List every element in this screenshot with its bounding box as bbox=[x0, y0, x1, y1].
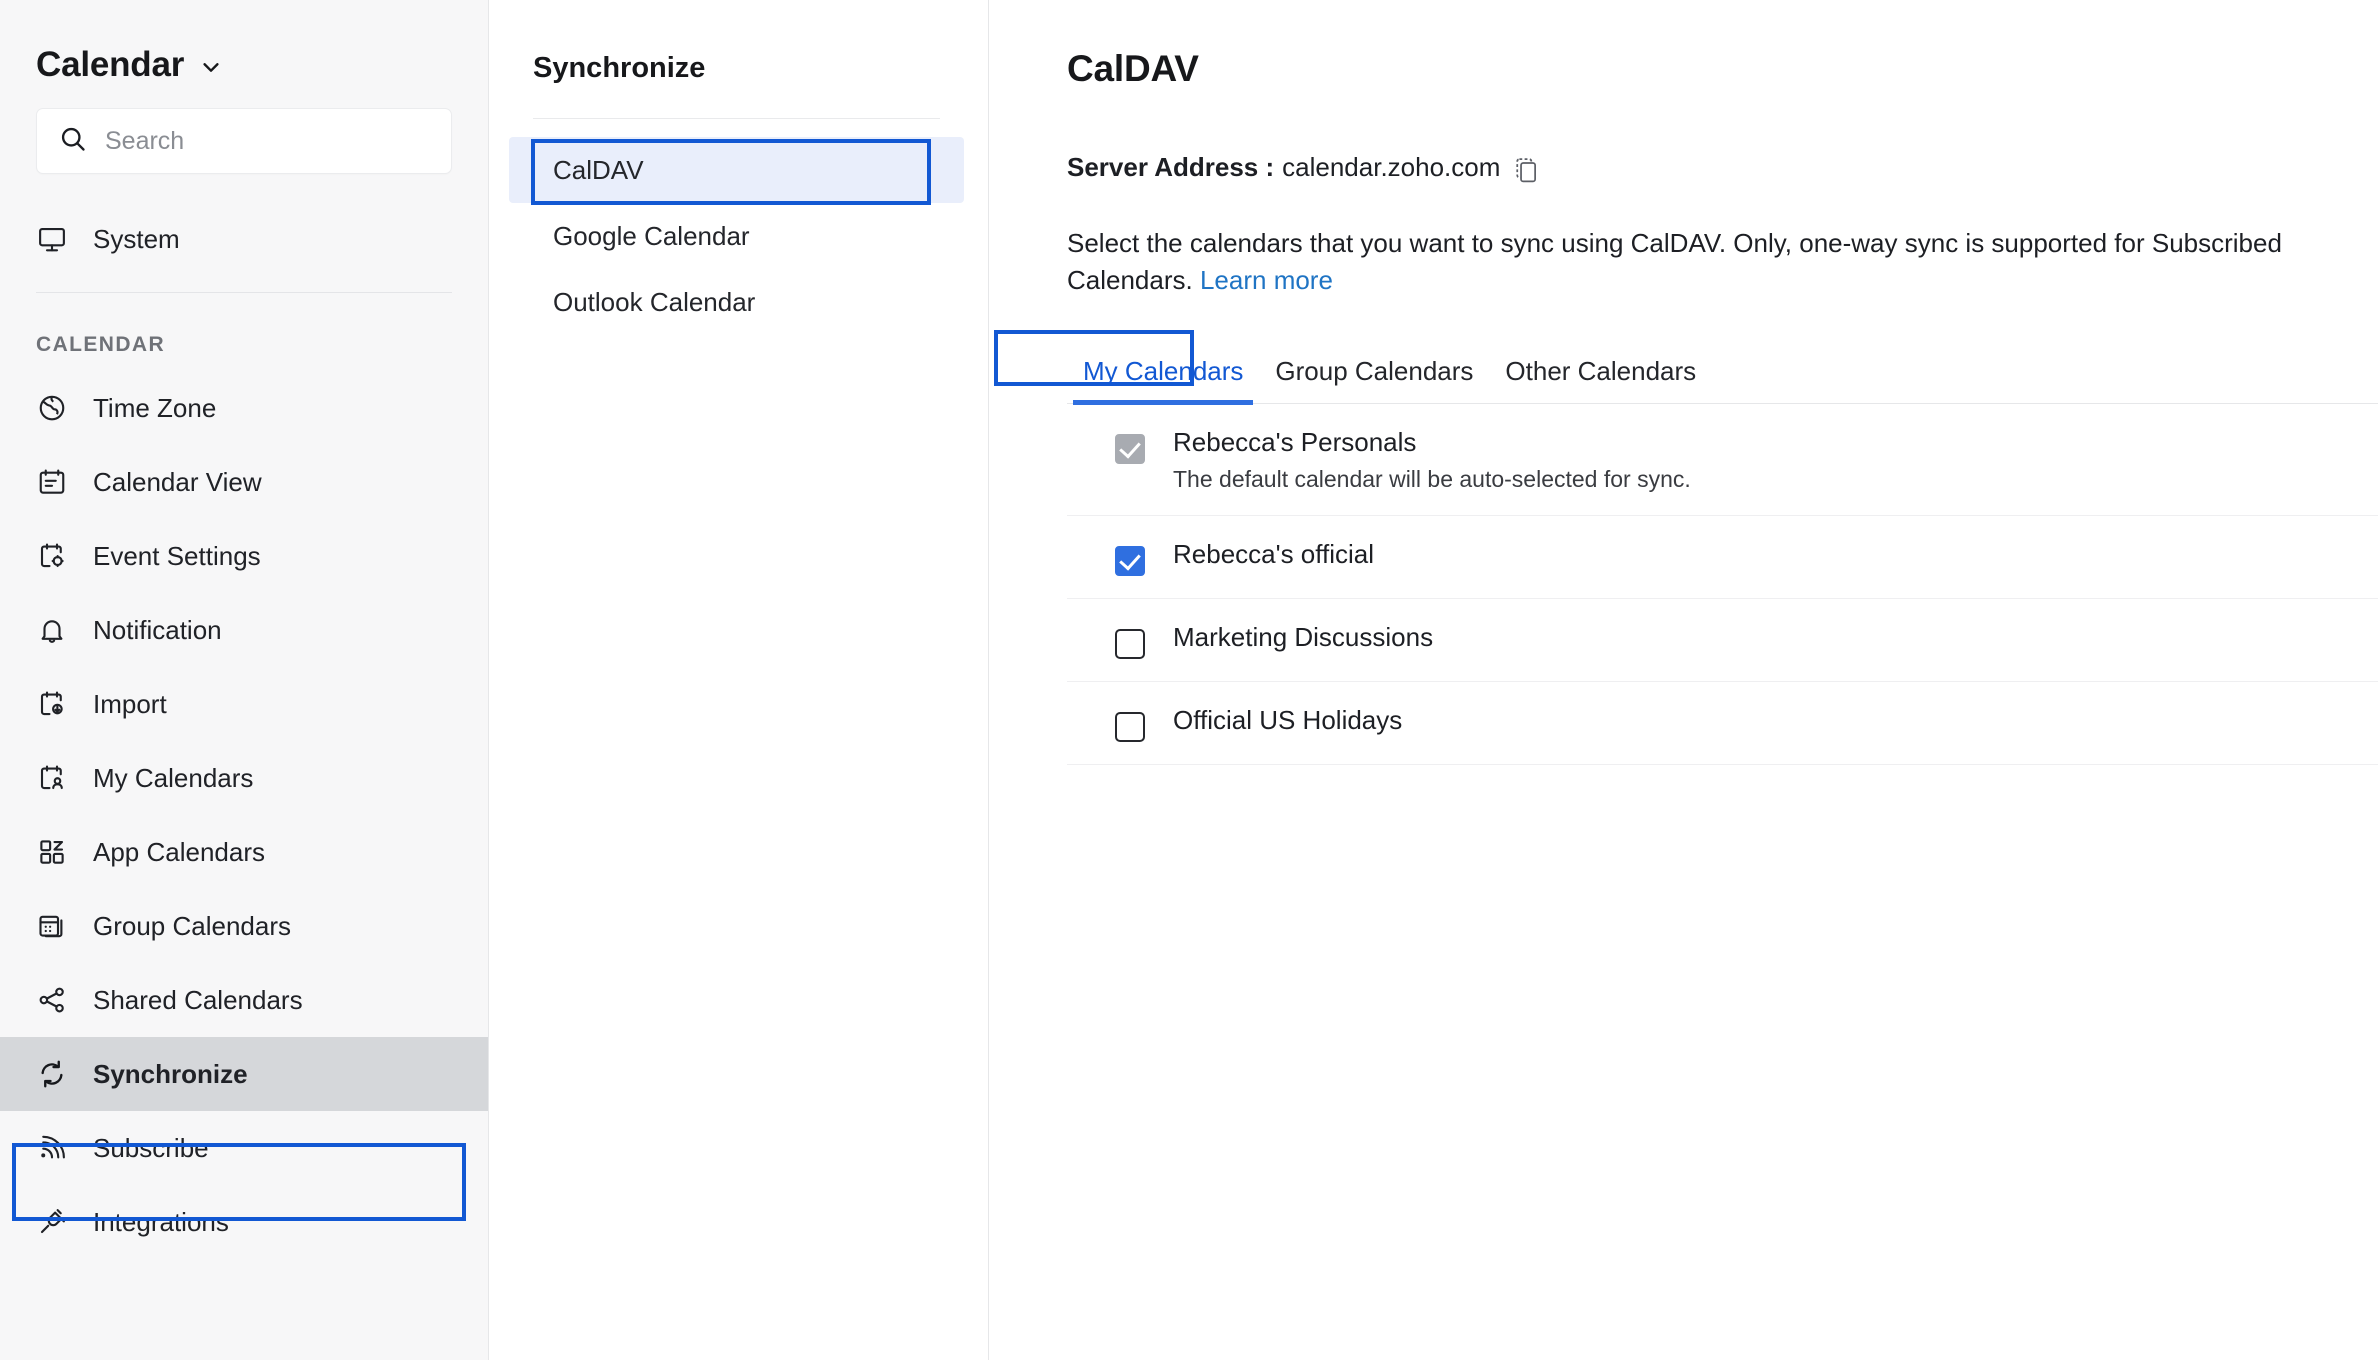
sidebar-item-calendar-view[interactable]: Calendar View bbox=[0, 445, 488, 519]
sync-item-label: Outlook Calendar bbox=[553, 286, 756, 317]
sidebar-item-group-calendars[interactable]: Group Calendars bbox=[0, 889, 488, 963]
server-address-value: calendar.zoho.com bbox=[1282, 152, 1501, 182]
sidebar: Calendar System CALENDAR bbox=[0, 0, 489, 1360]
sidebar-item-label: Group Calendars bbox=[93, 911, 291, 941]
list-item-texts: Rebecca's official bbox=[1173, 539, 1375, 570]
sidebar-item-time-zone[interactable]: Time Zone bbox=[0, 371, 488, 445]
chevron-down-icon[interactable] bbox=[200, 56, 222, 78]
sidebar-item-label: Time Zone bbox=[93, 393, 217, 423]
rss-feed-icon bbox=[36, 1132, 68, 1164]
page-title: CalDAV bbox=[1067, 48, 1199, 89]
calendar-lines-icon bbox=[36, 466, 68, 498]
sidebar-item-label: Shared Calendars bbox=[93, 985, 303, 1015]
search-input[interactable] bbox=[105, 109, 429, 173]
list-item[interactable]: Marketing Discussions bbox=[1067, 599, 2378, 683]
app-grid-icon bbox=[36, 836, 68, 868]
tab-label: Group Calendars bbox=[1275, 355, 1474, 386]
sidebar-item-system[interactable]: System bbox=[0, 202, 488, 276]
synchronize-panel: Synchronize CalDAV Google Calendar Outlo… bbox=[489, 0, 989, 1360]
calendar-download-icon bbox=[36, 688, 68, 720]
calendar-name: Rebecca's official bbox=[1173, 539, 1375, 570]
tab-other-calendars[interactable]: Other Calendars bbox=[1489, 356, 1712, 403]
learn-more-link[interactable]: Learn more bbox=[1200, 265, 1333, 295]
sidebar-item-import[interactable]: Import bbox=[0, 667, 488, 741]
server-address-row: Server Address : calendar.zoho.com bbox=[1067, 152, 2320, 183]
brand-title: Calendar bbox=[36, 44, 185, 84]
tab-group-calendars[interactable]: Group Calendars bbox=[1259, 356, 1489, 403]
sidebar-item-label: System bbox=[93, 224, 180, 254]
calendar-name: Rebecca's Personals bbox=[1173, 426, 1417, 457]
plug-icon bbox=[36, 1206, 68, 1238]
sidebar-item-app-calendars[interactable]: App Calendars bbox=[0, 815, 488, 889]
sync-item-google-calendar[interactable]: Google Calendar bbox=[509, 203, 964, 269]
sidebar-item-label: Event Settings bbox=[93, 541, 261, 571]
sidebar-item-label: Notification bbox=[93, 615, 222, 645]
settings-window: Calendar System CALENDAR bbox=[0, 0, 2378, 1360]
sync-item-caldav[interactable]: CalDAV bbox=[509, 137, 964, 203]
monitor-icon bbox=[36, 223, 68, 255]
sidebar-item-shared-calendars[interactable]: Shared Calendars bbox=[0, 963, 488, 1037]
sync-item-outlook-calendar[interactable]: Outlook Calendar bbox=[509, 269, 964, 335]
sidebar-item-my-calendars[interactable]: My Calendars bbox=[0, 741, 488, 815]
list-item-texts: Official US Holidays bbox=[1173, 705, 1403, 736]
list-item[interactable]: Official US Holidays bbox=[1067, 682, 2378, 766]
sidebar-item-label: Calendar View bbox=[93, 467, 262, 497]
checkbox-rebeccas-personals bbox=[1115, 433, 1145, 464]
sync-refresh-icon bbox=[36, 1058, 68, 1090]
calendar-tabs: My Calendars Group Calendars Other Calen… bbox=[1067, 355, 2378, 405]
nav-top-group: System bbox=[0, 202, 488, 276]
panel-title: Synchronize bbox=[533, 52, 706, 84]
sidebar-item-synchronize[interactable]: Synchronize bbox=[0, 1037, 488, 1111]
sidebar-item-notification[interactable]: Notification bbox=[0, 593, 488, 667]
checkbox-marketing-discussions[interactable] bbox=[1115, 629, 1145, 660]
list-item[interactable]: Rebecca's official bbox=[1067, 516, 2378, 600]
bell-icon bbox=[36, 614, 68, 646]
sync-item-label: Google Calendar bbox=[553, 220, 750, 251]
sidebar-item-label: Import bbox=[93, 689, 167, 719]
tab-label: My Calendars bbox=[1083, 355, 1244, 386]
brand-header[interactable]: Calendar bbox=[0, 0, 488, 86]
checkbox-official-us-holidays[interactable] bbox=[1115, 712, 1145, 743]
search-box[interactable] bbox=[36, 108, 452, 174]
tab-my-calendars[interactable]: My Calendars bbox=[1067, 355, 1259, 405]
sidebar-section-label: CALENDAR bbox=[36, 333, 166, 356]
sidebar-item-label: Integrations bbox=[93, 1207, 229, 1237]
list-item-texts: Marketing Discussions bbox=[1173, 622, 1434, 653]
calendar-checkbox-list: Rebecca's Personals The default calendar… bbox=[1067, 404, 2378, 766]
calendar-note: The default calendar will be auto-select… bbox=[1173, 465, 1691, 492]
panel-divider bbox=[533, 118, 940, 119]
calendar-gear-icon bbox=[36, 540, 68, 572]
tab-label: Other Calendars bbox=[1505, 355, 1697, 386]
calendar-user-icon bbox=[36, 762, 68, 794]
search-icon bbox=[59, 125, 87, 158]
page-description: Select the calendars that you want to sy… bbox=[1067, 225, 2320, 300]
server-address-label: Server Address : bbox=[1067, 152, 1275, 182]
sync-item-label: CalDAV bbox=[553, 154, 644, 185]
globe-icon bbox=[36, 392, 68, 424]
checkbox-rebeccas-official[interactable] bbox=[1115, 546, 1145, 577]
list-item-texts: Rebecca's Personals The default calendar… bbox=[1173, 426, 1691, 493]
sync-provider-list: CalDAV Google Calendar Outlook Calendar bbox=[489, 137, 988, 335]
share-nodes-icon bbox=[36, 984, 68, 1016]
list-item[interactable]: Rebecca's Personals The default calendar… bbox=[1067, 404, 2378, 517]
sidebar-item-label: Synchronize bbox=[93, 1059, 248, 1089]
sidebar-item-subscribe[interactable]: Subscribe bbox=[0, 1111, 488, 1185]
sidebar-item-label: Subscribe bbox=[93, 1133, 209, 1163]
sidebar-item-label: App Calendars bbox=[93, 837, 265, 867]
sidebar-item-event-settings[interactable]: Event Settings bbox=[0, 519, 488, 593]
calendar-name: Official US Holidays bbox=[1173, 705, 1403, 736]
caldav-content: CalDAV Server Address : calendar.zoho.co… bbox=[989, 0, 2378, 1360]
calendar-name: Marketing Discussions bbox=[1173, 622, 1434, 653]
calendar-stack-icon bbox=[36, 910, 68, 942]
sidebar-item-integrations[interactable]: Integrations bbox=[0, 1185, 488, 1259]
copy-icon[interactable] bbox=[1514, 156, 1540, 184]
sidebar-item-label: My Calendars bbox=[93, 763, 254, 793]
